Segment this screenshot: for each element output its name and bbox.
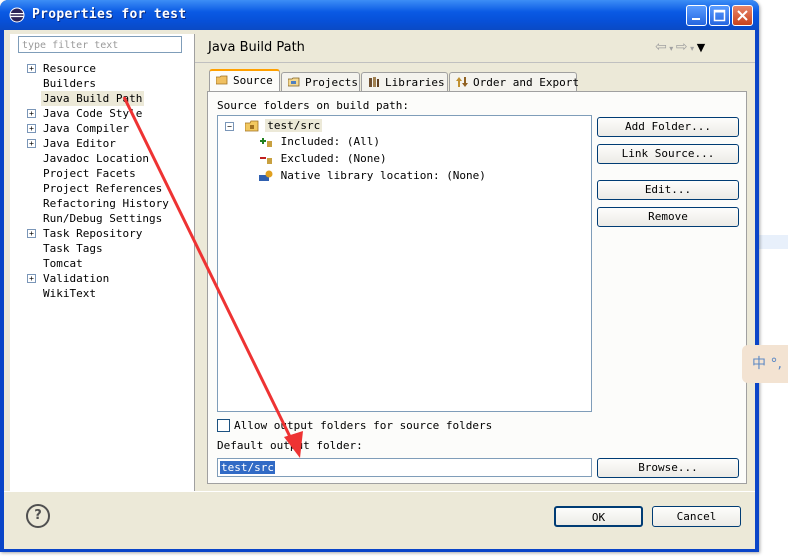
annotation-arrow-head [284,431,303,458]
annotation-arrow [122,96,303,458]
annotation-arrow-line [122,96,297,448]
